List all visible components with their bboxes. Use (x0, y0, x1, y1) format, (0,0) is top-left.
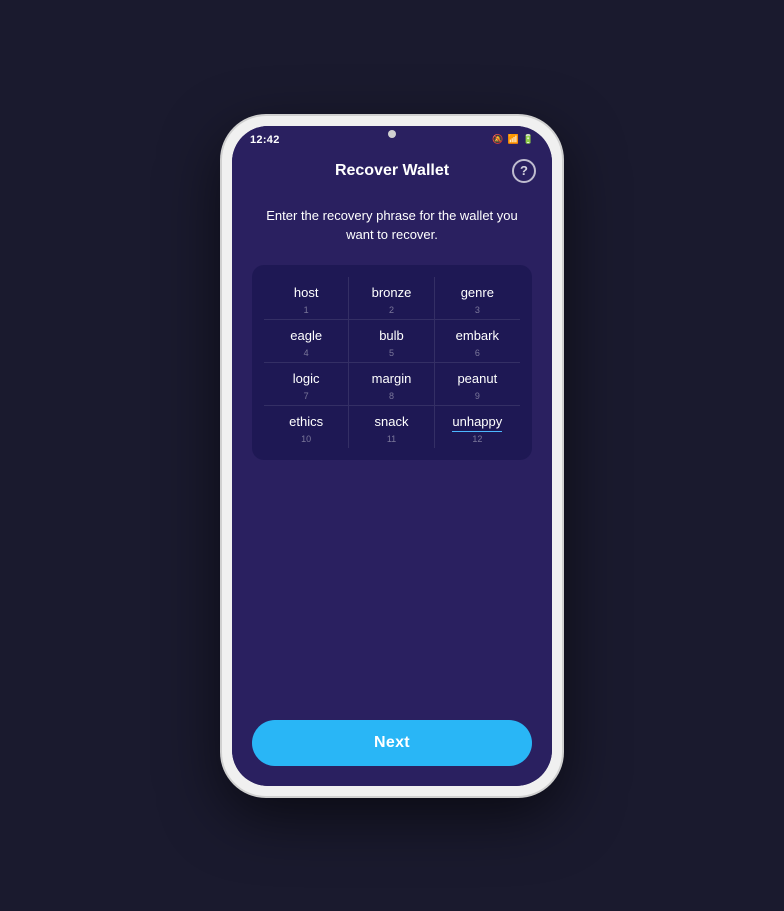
seed-number-10: 10 (301, 434, 311, 444)
battery-icon: 🔋 (523, 134, 534, 145)
status-time: 12:42 (250, 134, 280, 146)
footer: Next (232, 704, 552, 786)
seed-cell-9[interactable]: peanut 9 (435, 363, 520, 406)
seed-number-5: 5 (389, 348, 394, 358)
seed-number-4: 4 (304, 348, 309, 358)
seed-word-8: margin (372, 371, 412, 389)
help-button[interactable]: ? (512, 159, 536, 183)
seed-word-6: embark (456, 328, 499, 346)
seed-phrase-container: host 1 bronze 2 genre 3 eagle 4 (252, 265, 532, 460)
question-icon: ? (520, 164, 528, 177)
seed-number-2: 2 (389, 305, 394, 315)
seed-number-8: 8 (389, 391, 394, 401)
seed-word-12: unhappy (452, 414, 502, 432)
seed-cell-1[interactable]: host 1 (264, 277, 349, 320)
wifi-icon: 📶 (508, 134, 519, 145)
seed-word-4: eagle (290, 328, 322, 346)
seed-cell-7[interactable]: logic 7 (264, 363, 349, 406)
seed-number-9: 9 (475, 391, 480, 401)
page-title: Recover Wallet (335, 162, 449, 180)
instruction-text: Enter the recovery phrase for the wallet… (252, 206, 532, 245)
seed-word-7: logic (293, 371, 320, 389)
seed-cell-6[interactable]: embark 6 (435, 320, 520, 363)
seed-word-3: genre (461, 285, 494, 303)
seed-word-9: peanut (457, 371, 497, 389)
seed-word-1: host (294, 285, 319, 303)
seed-cell-2[interactable]: bronze 2 (349, 277, 434, 320)
seed-cell-12[interactable]: unhappy 12 (435, 406, 520, 448)
seed-number-11: 11 (387, 434, 396, 444)
status-icons: 🔕 📶 🔋 (492, 134, 534, 145)
page-header: Recover Wallet ? (232, 150, 552, 190)
seed-cell-10[interactable]: ethics 10 (264, 406, 349, 448)
seed-number-1: 1 (304, 305, 309, 315)
seed-number-12: 12 (472, 434, 482, 444)
seed-cell-8[interactable]: margin 8 (349, 363, 434, 406)
seed-number-7: 7 (304, 391, 309, 401)
seed-cell-11[interactable]: snack 11 (349, 406, 434, 448)
phone-device: 12:42 🔕 📶 🔋 Recover Wallet ? Enter the r… (222, 116, 562, 796)
seed-grid: host 1 bronze 2 genre 3 eagle 4 (264, 277, 520, 448)
seed-number-3: 3 (475, 305, 480, 315)
phone-screen: 12:42 🔕 📶 🔋 Recover Wallet ? Enter the r… (232, 126, 552, 786)
main-content: Enter the recovery phrase for the wallet… (232, 190, 552, 704)
seed-word-11: snack (375, 414, 409, 432)
seed-cell-4[interactable]: eagle 4 (264, 320, 349, 363)
seed-number-6: 6 (475, 348, 480, 358)
seed-cell-5[interactable]: bulb 5 (349, 320, 434, 363)
seed-cell-3[interactable]: genre 3 (435, 277, 520, 320)
seed-word-2: bronze (372, 285, 412, 303)
seed-word-10: ethics (289, 414, 323, 432)
next-button[interactable]: Next (252, 720, 532, 766)
signal-icon: 🔕 (492, 134, 503, 145)
seed-word-5: bulb (379, 328, 404, 346)
phone-camera (388, 130, 396, 138)
